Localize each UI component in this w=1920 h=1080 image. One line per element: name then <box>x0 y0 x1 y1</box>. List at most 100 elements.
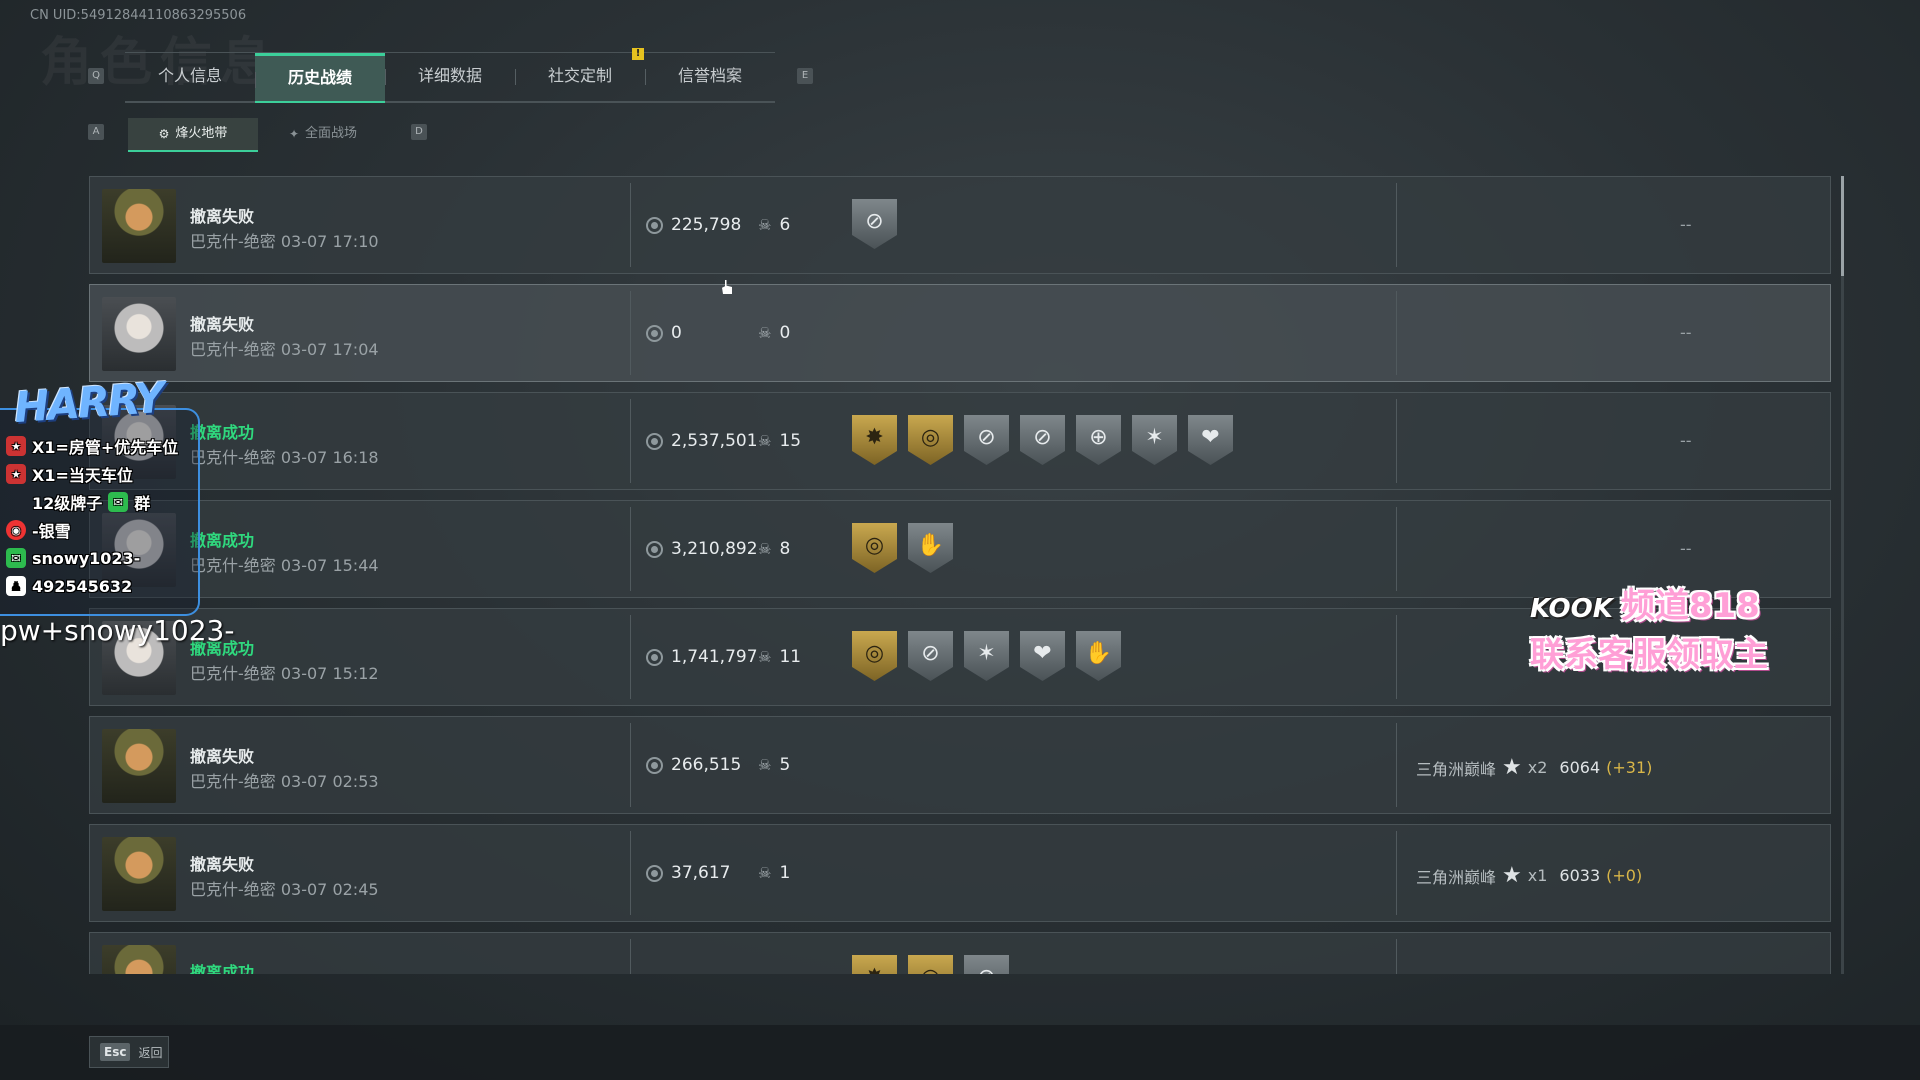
overlay-line: 12级牌子 ✉ 群 <box>32 492 151 513</box>
overlay-line: ✉ snowy1023- <box>6 544 178 572</box>
extracted-value: 266,515 <box>646 755 741 775</box>
extraction-status: 撤离失败 <box>190 315 255 334</box>
qq-icon: ♟ <box>6 576 26 596</box>
subtab-full-battlefield[interactable]: ✦ 全面战场 <box>258 118 388 150</box>
target-medal-icon[interactable]: ◎ <box>908 955 953 974</box>
row-divider <box>1396 723 1397 807</box>
streamer-info: ★ X1=房管+优先车位 ★ X1=当天车位 12级牌子 ✉ 群 ◉ -银雪 ✉ snowy… <box>6 432 178 600</box>
prev-tab-key[interactable]: Q <box>88 68 104 84</box>
kook-line-2: 联系客服领取主 <box>1530 635 1768 675</box>
skull-icon: ☠ <box>758 216 772 234</box>
streamer-subtitle: pw+snowy1023- <box>0 614 235 647</box>
row-divider <box>630 399 631 483</box>
overlay-line: ★ X1=房管+优先车位 <box>6 432 178 460</box>
esc-key: Esc <box>100 1043 131 1061</box>
row-divider <box>630 291 631 375</box>
target-off-medal-icon[interactable]: ⊘ <box>852 199 897 249</box>
kill-count: ☠ 6 <box>758 215 791 235</box>
list-scrollbar[interactable] <box>1841 176 1844 974</box>
rank-empty: -- <box>1680 215 1692 234</box>
target-off-medal-icon[interactable]: ⊘ <box>964 955 1009 974</box>
tab-personal-info[interactable]: 个人信息 <box>125 53 255 101</box>
extracted-value: 2,537,501 <box>646 431 758 451</box>
extracted-value: 37,617 <box>646 863 730 883</box>
match-map-time: 巴克什-绝密 03-07 16:18 <box>190 448 379 467</box>
match-history-list: 撤离失败 巴克什-绝密 03-07 17:10 225,798 ☠ 6 ⊘ -- 撤离失败 巴克… <box>89 176 1831 974</box>
row-divider <box>1396 615 1397 699</box>
fan-icon: ★ <box>6 464 26 484</box>
back-label: 返回 <box>138 1045 163 1060</box>
row-divider <box>630 615 631 699</box>
user-uid: CN UID:54912844110863295506 <box>30 8 247 23</box>
zone-icon: ⚙ <box>158 127 170 141</box>
hand-medal-icon[interactable]: ✋ <box>1076 631 1121 681</box>
fan-icon: ★ <box>6 436 26 456</box>
rank-empty: -- <box>1680 539 1692 558</box>
kill-count: ☠ 11 <box>758 647 802 667</box>
extracted-value: 3,210,892 <box>646 539 758 559</box>
coin-icon <box>646 648 663 666</box>
star-medal-icon[interactable]: ✶ <box>1132 415 1177 465</box>
hand-medal-icon[interactable]: ✋ <box>908 523 953 573</box>
tab-match-history[interactable]: 历史战绩 <box>255 53 385 103</box>
burst-medal-icon[interactable]: ✸ <box>852 955 897 974</box>
coin-icon <box>646 756 663 774</box>
battlefield-icon: ✦ <box>288 127 300 141</box>
operator-avatar <box>102 945 176 974</box>
weibo-icon: ◉ <box>6 520 26 540</box>
medal-list: ⊘ <box>852 199 897 249</box>
tab-credit-file[interactable]: 信誉档案 <box>645 53 775 101</box>
history-row[interactable]: 撤离成功 巴克什-绝密 03-07 16:18 2,537,501 ☠ 15 ✸ ◎ ⊘ ⊘ ⊕ ✶… <box>89 392 1831 490</box>
skull-icon: ☠ <box>758 324 772 342</box>
history-row[interactable]: 撤离失败巴克什-绝密 03-07 17:10 225,798 ☠ 6 ⊘ -- <box>89 176 1831 274</box>
rank-info: 三角洲巅峰 ★ x1 6033 (+0) <box>1416 863 1643 888</box>
bottom-bar <box>0 1025 1920 1080</box>
operator-avatar <box>102 189 176 263</box>
medal-list: ✸ ◎ ⊘ <box>852 955 1009 974</box>
coin-icon <box>646 864 663 882</box>
extracted-value: 1,741,797 <box>646 647 758 667</box>
target-medal-icon[interactable]: ◎ <box>852 523 897 573</box>
target-off-medal-icon[interactable]: ⊘ <box>908 631 953 681</box>
next-tab-key[interactable]: E <box>797 68 813 84</box>
subtab-label: 烽火地带 <box>175 126 228 141</box>
crosshair-medal-icon[interactable]: ⊕ <box>1076 415 1121 465</box>
row-divider <box>1396 183 1397 267</box>
tab-detailed-data[interactable]: 详细数据 <box>385 53 515 101</box>
row-divider <box>630 507 631 591</box>
medal-list: ◎ ✋ <box>852 523 953 573</box>
skull-icon: ☠ <box>758 864 772 882</box>
extracted-value: 225,798 <box>646 215 741 235</box>
star-medal-icon[interactable]: ✶ <box>964 631 1009 681</box>
kill-count: ☠ 1 <box>758 863 791 883</box>
rank-empty: -- <box>1680 323 1692 342</box>
row-divider <box>1396 831 1397 915</box>
overlay-line: ★ X1=当天车位 <box>6 460 178 488</box>
scrollbar-thumb[interactable] <box>1841 176 1844 276</box>
burst-medal-icon[interactable]: ✸ <box>852 415 897 465</box>
subtab-label: 全面战场 <box>305 126 358 141</box>
heart-medal-icon[interactable]: ❤ <box>1188 415 1233 465</box>
target-off-medal-icon[interactable]: ⊘ <box>964 415 1009 465</box>
history-row[interactable]: 撤离失败 巴克什-绝密 03-07 02:45 37,617 ☠ 1 三角洲巅峰 ★ x1 60… <box>89 824 1831 922</box>
target-off-medal-icon[interactable]: ⊘ <box>1020 415 1065 465</box>
heart-medal-icon[interactable]: ❤ <box>1020 631 1065 681</box>
prev-subtab-key[interactable]: A <box>88 124 104 140</box>
match-map-time: 巴克什-绝密 03-07 15:12 <box>190 664 379 683</box>
history-row[interactable]: 撤离失败 巴克什-绝密 03-07 17:04 0 ☠ 0 -- <box>89 284 1831 382</box>
subtab-hazard-zone[interactable]: ⚙ 烽火地带 <box>128 118 258 152</box>
target-medal-icon[interactable]: ◎ <box>908 415 953 465</box>
kill-count: ☠ 8 <box>758 539 791 559</box>
extraction-status: 撤离失败 <box>190 855 255 874</box>
row-divider <box>1396 939 1397 974</box>
tab-social-custom[interactable]: 社交定制 <box>515 53 645 101</box>
match-map-time: 巴克什-绝密 03-07 17:10 <box>190 232 379 251</box>
history-row[interactable]: 撤离成功 ✸ ◎ ⊘ <box>89 932 1831 974</box>
row-divider <box>630 183 631 267</box>
extraction-status: 撤离失败 <box>190 207 255 226</box>
target-medal-icon[interactable]: ◎ <box>852 631 897 681</box>
history-row[interactable]: 撤离失败 巴克什-绝密 03-07 02:53 266,515 ☠ 5 三角洲巅峰 ★ x2 6… <box>89 716 1831 814</box>
row-divider <box>630 723 631 807</box>
next-subtab-key[interactable]: D <box>411 124 427 140</box>
back-button[interactable]: Esc 返回 <box>89 1036 169 1068</box>
